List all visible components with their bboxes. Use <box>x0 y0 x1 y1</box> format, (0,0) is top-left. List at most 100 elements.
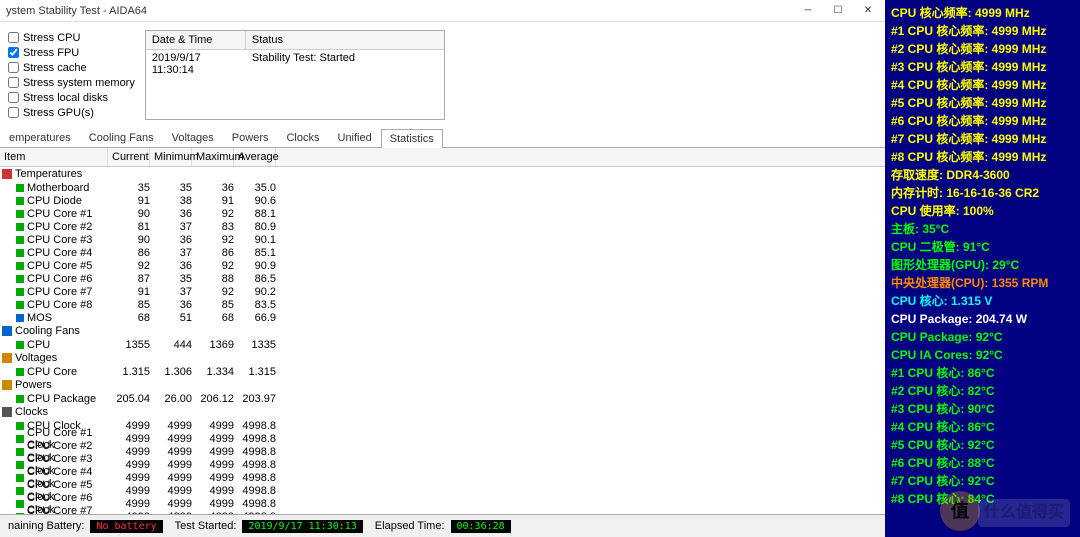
stress-checkbox[interactable] <box>8 92 19 103</box>
maximize-button[interactable]: ☐ <box>823 1 853 21</box>
val-minimum: 4999 <box>150 446 192 458</box>
data-row[interactable]: CPU Core #687358886.5 <box>0 272 885 285</box>
group-voltages[interactable]: Voltages <box>0 351 885 365</box>
elapsed-value: 00:36:28 <box>451 520 511 533</box>
val-current: 90 <box>108 208 150 220</box>
tab-clocks[interactable]: Clocks <box>277 128 328 147</box>
val-maximum: 4999 <box>192 485 234 497</box>
val-minimum: 26.00 <box>150 393 192 405</box>
overlay-line: #2 CPU 核心: 82°C <box>891 382 1074 400</box>
stress-checkbox[interactable] <box>8 77 19 88</box>
data-row[interactable]: CPU Core #281378380.9 <box>0 220 885 233</box>
val-minimum: 35 <box>150 273 192 285</box>
col-maximum: Maximum <box>192 148 234 166</box>
data-row[interactable]: CPU Core #2 Clock4999499949994998.8 <box>0 445 885 458</box>
overlay-line: #4 CPU 核心: 86°C <box>891 418 1074 436</box>
group-powers[interactable]: Powers <box>0 378 885 392</box>
stress-checkbox[interactable] <box>8 47 19 58</box>
data-row[interactable]: CPU Diode91389190.6 <box>0 194 885 207</box>
stress-option-1[interactable]: Stress FPU <box>8 45 135 60</box>
tab-powers[interactable]: Powers <box>223 128 278 147</box>
data-row[interactable]: CPU135544413691335 <box>0 338 885 351</box>
group-clocks[interactable]: Clocks <box>0 405 885 419</box>
sensor-overlay: CPU 核心频率: 4999 MHz#1 CPU 核心频率: 4999 MHz#… <box>885 0 1080 537</box>
data-row[interactable]: CPU Core1.3151.3061.3341.315 <box>0 365 885 378</box>
tab-unified[interactable]: Unified <box>329 128 381 147</box>
overlay-line: CPU 核心: 1.315 V <box>891 292 1074 310</box>
stress-checkbox[interactable] <box>8 107 19 118</box>
val-maximum: 4999 <box>192 433 234 445</box>
close-button[interactable]: ✕ <box>853 1 883 21</box>
data-row[interactable]: Motherboard35353635.0 <box>0 181 885 194</box>
stress-checkbox[interactable] <box>8 32 19 43</box>
data-row[interactable]: CPU Core #885368583.5 <box>0 298 885 311</box>
overlay-line: CPU Package: 204.74 W <box>891 310 1074 328</box>
val-average: 4998.8 <box>234 472 276 484</box>
overlay-line: 中央处理器(CPU): 1355 RPM <box>891 274 1074 292</box>
val-current: 4999 <box>108 446 150 458</box>
val-minimum: 1.306 <box>150 366 192 378</box>
tab-voltages[interactable]: Voltages <box>163 128 223 147</box>
val-current: 1355 <box>108 339 150 351</box>
val-maximum: 4999 <box>192 498 234 510</box>
data-row[interactable]: CPU Core #3 Clock4999499949994998.8 <box>0 458 885 471</box>
val-current: 4999 <box>108 472 150 484</box>
item-icon <box>16 341 24 349</box>
val-maximum: 4999 <box>192 420 234 432</box>
data-row[interactable]: CPU Core #5 Clock4999499949994998.8 <box>0 484 885 497</box>
minimize-button[interactable]: ─ <box>793 1 823 21</box>
log-datetime: 2019/9/17 11:30:14 <box>146 50 246 78</box>
stress-option-5[interactable]: Stress GPU(s) <box>8 105 135 120</box>
val-maximum: 86 <box>192 247 234 259</box>
data-row[interactable]: CPU Clock4999499949994998.8 <box>0 419 885 432</box>
data-row[interactable]: CPU Core #791379290.2 <box>0 285 885 298</box>
val-average: 1335 <box>234 339 276 351</box>
item-label: CPU Core #4 <box>27 247 92 259</box>
item-icon <box>16 262 24 270</box>
data-row[interactable]: MOS68516866.9 <box>0 311 885 324</box>
stress-option-2[interactable]: Stress cache <box>8 60 135 75</box>
tab-cooling-fans[interactable]: Cooling Fans <box>80 128 163 147</box>
stress-label: Stress FPU <box>23 47 79 59</box>
val-minimum: 4999 <box>150 433 192 445</box>
val-current: 68 <box>108 312 150 324</box>
val-current: 4999 <box>108 420 150 432</box>
data-row[interactable]: CPU Core #390369290.1 <box>0 233 885 246</box>
item-icon <box>16 223 24 231</box>
group-temperatures[interactable]: Temperatures <box>0 167 885 181</box>
data-row[interactable]: CPU Core #592369290.9 <box>0 259 885 272</box>
data-row[interactable]: CPU Core #486378685.1 <box>0 246 885 259</box>
group-cooling-fans[interactable]: Cooling Fans <box>0 324 885 338</box>
col-minimum: Minimum <box>150 148 192 166</box>
val-maximum: 4999 <box>192 472 234 484</box>
stress-label: Stress CPU <box>23 32 80 44</box>
tab-statistics[interactable]: Statistics <box>381 129 443 148</box>
data-row[interactable]: CPU Core #4 Clock4999499949994998.8 <box>0 471 885 484</box>
val-average: 88.1 <box>234 208 276 220</box>
item-label: CPU Core #1 <box>27 208 92 220</box>
val-current: 4999 <box>108 498 150 510</box>
stress-option-3[interactable]: Stress system memory <box>8 75 135 90</box>
tab-emperatures[interactable]: emperatures <box>0 128 80 147</box>
val-current: 4999 <box>108 485 150 497</box>
stress-checkbox[interactable] <box>8 62 19 73</box>
started-label: Test Started: <box>175 520 237 532</box>
data-row[interactable]: CPU Core #1 Clock4999499949994998.8 <box>0 432 885 445</box>
overlay-line: CPU 核心频率: 4999 MHz <box>891 4 1074 22</box>
stress-label: Stress local disks <box>23 92 108 104</box>
stress-option-4[interactable]: Stress local disks <box>8 90 135 105</box>
stress-option-0[interactable]: Stress CPU <box>8 30 135 45</box>
val-current: 1.315 <box>108 366 150 378</box>
data-row[interactable]: CPU Core #6 Clock4999499949994998.8 <box>0 497 885 510</box>
stats-area[interactable]: Item Current Minimum Maximum Average Tem… <box>0 148 885 515</box>
data-row[interactable]: CPU Core #190369288.1 <box>0 207 885 220</box>
log-box: Date & Time Status 2019/9/17 11:30:14Sta… <box>145 30 445 120</box>
overlay-line: CPU 使用率: 100% <box>891 202 1074 220</box>
val-current: 91 <box>108 286 150 298</box>
overlay-line: #5 CPU 核心频率: 4999 MHz <box>891 94 1074 112</box>
data-row[interactable]: CPU Package205.0426.00206.12203.97 <box>0 392 885 405</box>
item-label: CPU <box>27 339 50 351</box>
tabs: emperaturesCooling FansVoltagesPowersClo… <box>0 128 885 148</box>
item-icon <box>16 288 24 296</box>
stress-label: Stress cache <box>23 62 87 74</box>
